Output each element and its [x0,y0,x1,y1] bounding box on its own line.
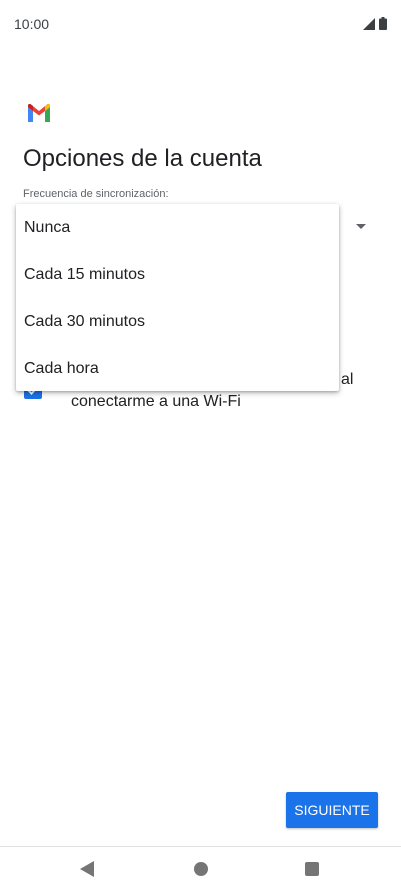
status-time: 10:00 [14,16,50,32]
signal-icon [363,17,375,30]
battery-icon [379,17,387,30]
next-button[interactable]: SIGUIENTE [286,792,378,828]
home-icon[interactable] [194,862,208,876]
status-icons [363,17,387,30]
gmail-logo [28,104,50,122]
dropdown-option-nunca[interactable]: Nunca [16,204,339,251]
sync-frequency-label: Frecuencia de sincronización: [23,188,169,200]
back-icon[interactable] [80,861,94,877]
dropdown-option-30-min[interactable]: Cada 30 minutos [16,298,339,345]
nav-divider [0,846,401,847]
dropdown-option-15-min[interactable]: Cada 15 minutos [16,251,339,298]
sync-frequency-dropdown: Nunca Cada 15 minutos Cada 30 minutos Ca… [16,204,339,391]
recents-icon[interactable] [305,862,319,876]
wifi-option-text: conectarme a una Wi-Fi [71,393,241,410]
wifi-option-text-tail: al [341,371,354,388]
status-bar: 10:00 [0,0,401,48]
page-title: Opciones de la cuenta [23,145,262,172]
dropdown-option-hourly[interactable]: Cada hora [16,345,339,392]
dropdown-arrow-icon[interactable] [356,224,366,229]
